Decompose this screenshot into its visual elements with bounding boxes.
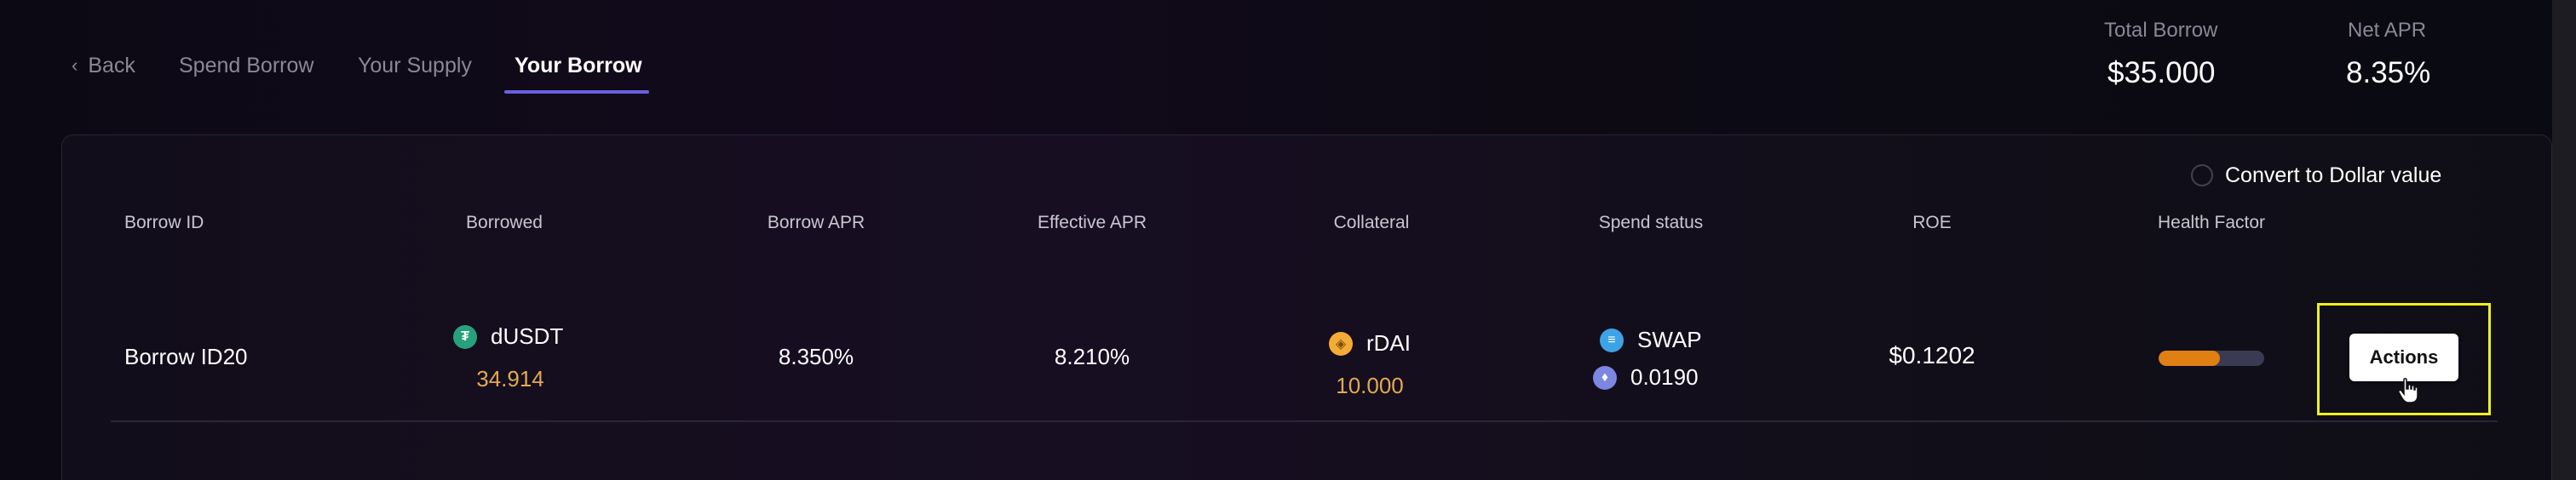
collateral-amount: 10.000 xyxy=(1336,373,1404,398)
spend-status: ≡ SWAP xyxy=(1600,327,1702,353)
dai-token-icon: ◈ xyxy=(1329,331,1353,356)
column-header-health-factor: Health Factor xyxy=(2157,213,2266,232)
spend-status-label: SWAP xyxy=(1637,327,1702,352)
tether-token-icon: ₮ xyxy=(453,324,477,349)
convert-dollar-label: Convert to Dollar value xyxy=(2225,163,2442,187)
net-apr-value: 8.35% xyxy=(2346,56,2431,89)
tab-spend-borrow[interactable]: Spend Borrow xyxy=(179,44,313,87)
actions-button[interactable]: Actions xyxy=(2349,334,2458,381)
tab-your-supply[interactable]: Your Supply xyxy=(358,44,472,87)
back-link[interactable]: ‹ Back xyxy=(72,44,135,87)
total-borrow-label: Total Borrow xyxy=(2104,19,2218,42)
borrow-id-cell: Borrow ID20 xyxy=(124,344,248,369)
borrowed-asset-label: dUSDT xyxy=(491,323,564,349)
collateral-asset: ◈ rDAI xyxy=(1329,330,1411,357)
spend-amount: ♦ 0.0190 xyxy=(1593,364,1699,391)
borrow-table-panel xyxy=(61,134,2552,480)
column-header-borrowed: Borrowed xyxy=(466,213,543,232)
tab-your-borrow[interactable]: Your Borrow xyxy=(515,44,642,87)
borrowed-asset: ₮ dUSDT xyxy=(453,323,563,350)
borrow-apr-cell: 8.350% xyxy=(778,344,854,369)
swap-icon: ≡ xyxy=(1600,328,1624,352)
collateral-asset-label: rDAI xyxy=(1366,330,1411,356)
borrowed-amount: 34.914 xyxy=(476,366,544,391)
column-header-effective-apr: Effective APR xyxy=(1037,213,1147,232)
back-label: Back xyxy=(88,53,135,77)
column-header-roe: ROE xyxy=(1912,213,1952,232)
effective-apr-cell: 8.210% xyxy=(1054,344,1130,369)
chevron-left-icon: ‹ xyxy=(72,54,78,76)
roe-cell: $0.1202 xyxy=(1889,342,1975,369)
column-header-borrow-id: Borrow ID xyxy=(124,213,204,232)
row-divider xyxy=(111,420,2498,422)
active-tab-indicator xyxy=(504,90,649,94)
total-borrow-value: $35.000 xyxy=(2107,56,2216,89)
window-edge xyxy=(2552,0,2576,480)
net-apr-label: Net APR xyxy=(2348,19,2427,42)
radio-button[interactable] xyxy=(2191,164,2213,186)
column-header-collateral: Collateral xyxy=(1333,213,1410,232)
ethereum-icon: ♦ xyxy=(1593,365,1617,390)
column-header-spend-status: Spend status xyxy=(1598,213,1704,232)
hand-cursor-icon xyxy=(2398,378,2418,403)
spend-amount-label: 0.0190 xyxy=(1630,364,1699,390)
health-factor-bar xyxy=(2159,351,2264,366)
health-factor-fill xyxy=(2159,351,2220,366)
column-header-borrow-apr: Borrow APR xyxy=(767,213,865,232)
convert-dollar-toggle[interactable]: Convert to Dollar value xyxy=(2191,158,2441,192)
